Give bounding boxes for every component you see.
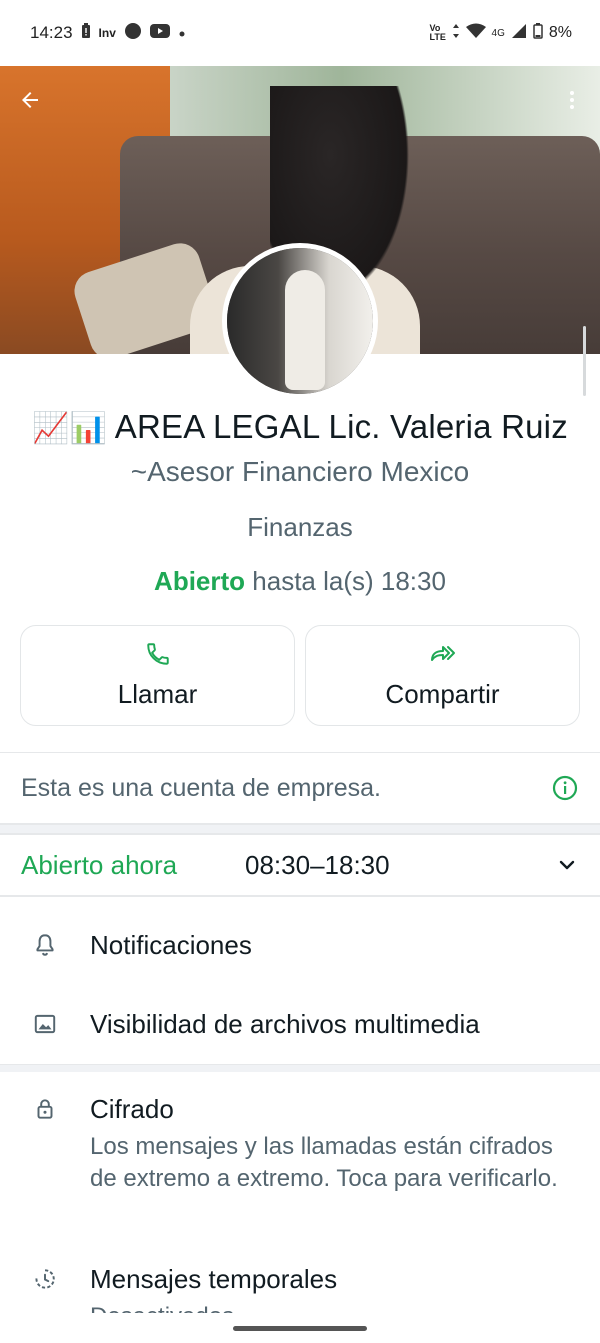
- system-navigation-bar: [0, 1313, 600, 1343]
- profile-name-text: AREA LEGAL Lic. Valeria Ruiz: [114, 408, 568, 445]
- open-status-label: Abierto: [154, 566, 246, 596]
- inv-icon: Inv: [98, 26, 116, 40]
- arrow-left-icon: [18, 88, 42, 117]
- section-divider: [0, 1064, 600, 1072]
- share-button[interactable]: Compartir: [305, 625, 580, 726]
- image-icon: [32, 1011, 58, 1037]
- call-button-label: Llamar: [117, 679, 198, 709]
- signal-icon: [511, 23, 527, 44]
- status-time: 14:23: [30, 23, 73, 42]
- lock-icon: [32, 1096, 58, 1122]
- network-type: 4G: [491, 27, 505, 39]
- back-button[interactable]: [16, 88, 44, 116]
- open-status: Abierto hasta la(s) 18:30: [0, 566, 600, 597]
- chart-emoji-icon: 📈📊: [32, 411, 108, 446]
- business-account-row[interactable]: Esta es una cuenta de empresa.: [0, 752, 600, 824]
- profile-subtitle: ~Asesor Financiero Mexico: [130, 456, 470, 487]
- section-divider: [0, 896, 600, 904]
- scroll-indicator[interactable]: [583, 326, 586, 396]
- status-bar: 14:23 Inv Vo LTE 4G 8%: [0, 0, 600, 66]
- temporary-messages-title: Mensajes temporales: [90, 1264, 338, 1294]
- avatar-photo: [227, 248, 373, 394]
- chevron-down-icon[interactable]: [556, 854, 578, 876]
- business-account-text: Esta es una cuenta de empresa.: [21, 773, 381, 802]
- battery-icon: [533, 22, 543, 44]
- battery-alert-icon: [81, 22, 91, 44]
- dot-icon: [178, 23, 186, 43]
- call-button[interactable]: Llamar: [20, 625, 295, 726]
- phone-icon: [145, 641, 171, 667]
- business-hours-row[interactable]: Abierto ahora 08:30–18:30: [0, 834, 600, 896]
- notifications-label: Notificaciones: [90, 930, 252, 960]
- notifications-item[interactable]: Notificaciones: [0, 930, 600, 961]
- avatar-figure: [285, 270, 325, 390]
- circle-icon: [124, 22, 142, 45]
- profile-avatar[interactable]: [222, 243, 378, 399]
- open-status-detail: hasta la(s) 18:30: [245, 566, 446, 596]
- status-bar-left: 14:23 Inv: [30, 22, 186, 45]
- more-vertical-icon: [560, 88, 584, 117]
- home-gesture-handle[interactable]: [233, 1325, 367, 1331]
- wifi-icon: [465, 23, 486, 44]
- encryption-item[interactable]: Cifrado Los mensajes y las llamadas está…: [0, 1094, 600, 1195]
- forward-icon: [429, 641, 457, 667]
- media-visibility-label: Visibilidad de archivos multimedia: [90, 1009, 480, 1039]
- business-category: Finanzas: [247, 512, 353, 542]
- youtube-icon: [149, 23, 170, 44]
- section-divider: [0, 824, 600, 834]
- hours-range: 08:30–18:30: [245, 849, 390, 880]
- profile-name: 📈📊 AREA LEGAL Lic. Valeria Ruiz: [0, 408, 600, 446]
- share-button-label: Compartir: [385, 679, 500, 709]
- bell-icon: [32, 932, 58, 958]
- open-now-label: Abierto ahora: [21, 849, 178, 880]
- action-buttons: Llamar Compartir: [20, 625, 580, 726]
- info-icon[interactable]: [552, 775, 578, 801]
- more-options-button[interactable]: [558, 88, 586, 116]
- status-bar-right: Vo LTE 4G 8%: [429, 22, 572, 44]
- volte-icon: Vo LTE: [429, 23, 446, 42]
- media-visibility-item[interactable]: Visibilidad de archivos multimedia: [0, 1009, 600, 1040]
- encryption-title: Cifrado: [90, 1094, 174, 1124]
- encryption-description: Los mensajes y las llamadas están cifrad…: [90, 1133, 558, 1192]
- battery-level: 8%: [548, 24, 572, 41]
- timer-icon: [32, 1266, 58, 1292]
- data-arrows-icon: [452, 23, 460, 44]
